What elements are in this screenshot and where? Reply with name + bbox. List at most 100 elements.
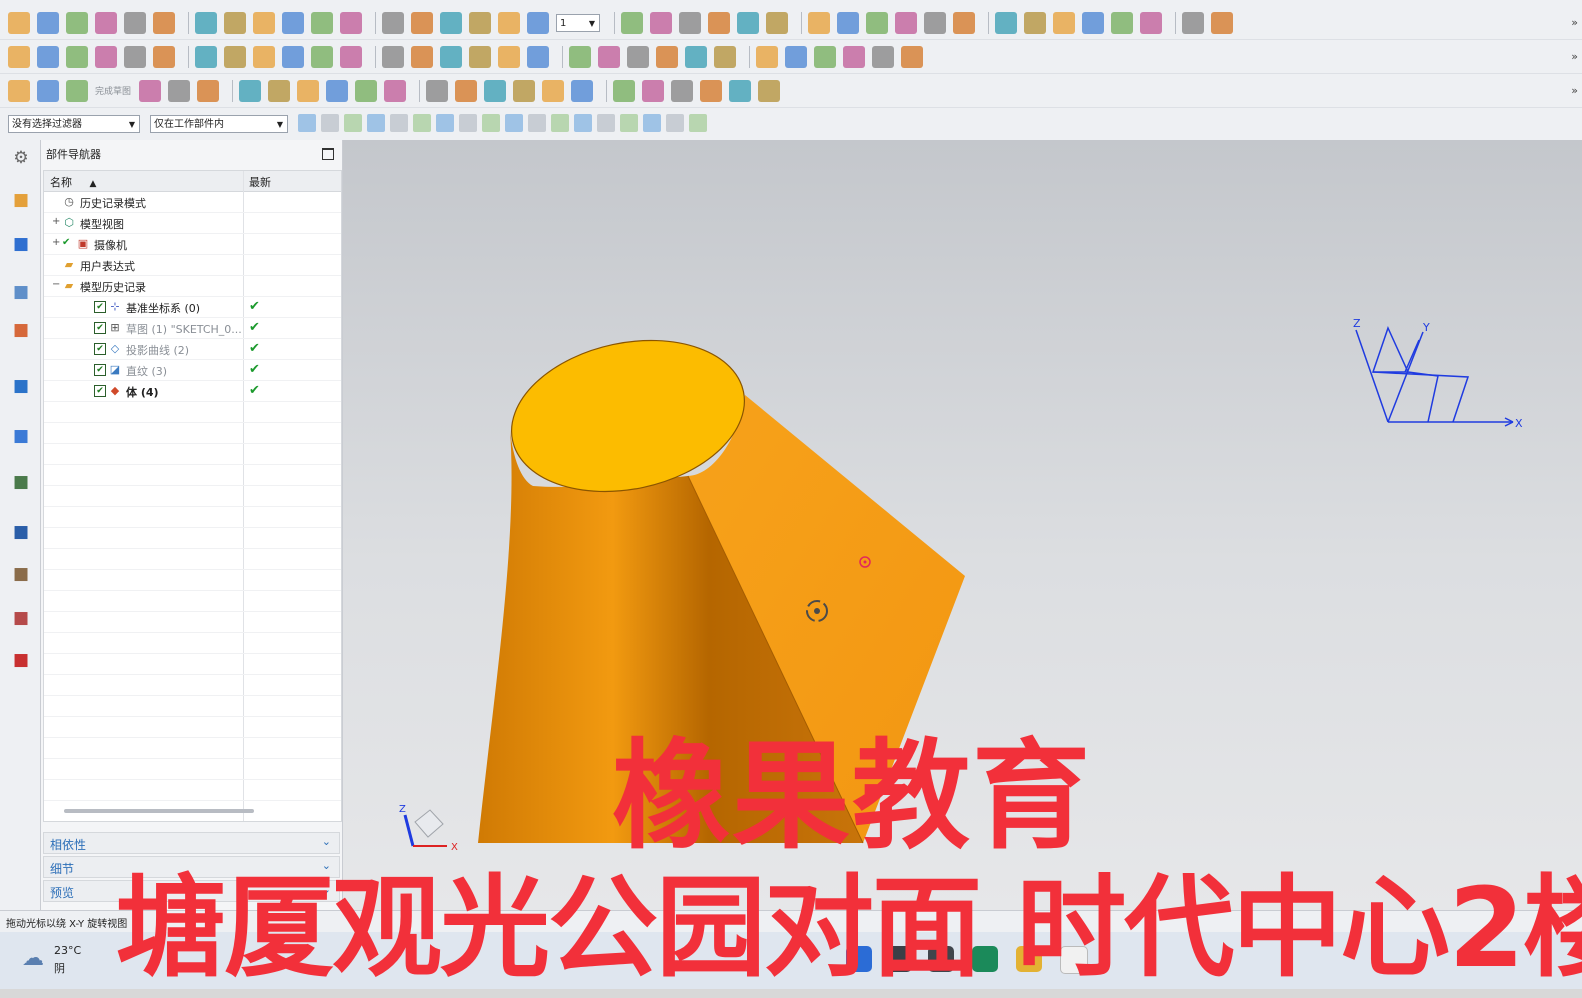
snap-point-icon[interactable] xyxy=(344,113,362,132)
snap-point-icon[interactable] xyxy=(367,113,385,132)
assembly-navigator-icon[interactable]: ■ xyxy=(9,188,33,212)
revolve-icon[interactable] xyxy=(837,11,859,34)
toolbar-overflow-icon[interactable]: » xyxy=(1571,84,1578,97)
part-navigator-icon[interactable]: ■ xyxy=(9,280,33,304)
finish-sketch-icon[interactable] xyxy=(8,79,30,102)
system-scene-icon[interactable]: ■ xyxy=(9,606,33,630)
pan-icon[interactable] xyxy=(95,11,117,34)
polygon-icon[interactable] xyxy=(355,79,378,102)
trim-sheet-icon[interactable] xyxy=(843,45,865,68)
draft-icon[interactable] xyxy=(1182,11,1204,34)
snap-point-icon[interactable] xyxy=(459,113,477,132)
selection-filter-dropdown[interactable]: 没有选择过滤器 ▼ xyxy=(8,115,140,133)
studio-spline-icon[interactable] xyxy=(384,79,407,102)
bounded-plane-icon[interactable] xyxy=(814,45,836,68)
cube-iso-icon[interactable] xyxy=(382,11,404,34)
taper-icon[interactable] xyxy=(569,45,591,68)
mirror-icon[interactable] xyxy=(340,45,362,68)
cone-icon[interactable] xyxy=(737,11,759,34)
constraint-icon[interactable] xyxy=(700,79,723,102)
surface-icon[interactable] xyxy=(656,45,678,68)
quick-trim-icon[interactable] xyxy=(455,79,478,102)
tree-row[interactable]: + ⬡ 模型视图 xyxy=(44,213,341,234)
snap-point-icon[interactable] xyxy=(689,113,707,132)
chamfer-sketch-icon[interactable] xyxy=(297,79,320,102)
tree-row[interactable]: ✔ ◪ 直纹 (3) ✔ xyxy=(44,360,341,381)
cube-right-icon[interactable] xyxy=(340,11,362,34)
scope-filter-dropdown[interactable]: 仅在工作部件内 ▼ xyxy=(150,115,288,133)
point-icon[interactable] xyxy=(426,79,449,102)
zoom-icon[interactable] xyxy=(66,11,88,34)
manufacturing-wizard-icon[interactable]: ■ xyxy=(9,520,33,544)
snap-point-icon[interactable] xyxy=(597,113,615,132)
rotate-icon[interactable] xyxy=(124,11,146,34)
tree-row[interactable]: ✔ ◆ 体 (4) ✔ xyxy=(44,381,341,402)
face-blend-icon[interactable] xyxy=(469,45,491,68)
pocket-icon[interactable] xyxy=(924,11,946,34)
layer-settings-icon[interactable] xyxy=(621,11,643,34)
snap-point-icon[interactable] xyxy=(482,113,500,132)
wireframe-icon[interactable] xyxy=(224,11,246,34)
layer-icon[interactable] xyxy=(527,11,549,34)
snap-point-icon[interactable] xyxy=(551,113,569,132)
extrude2-icon[interactable] xyxy=(37,45,59,68)
rib-icon[interactable] xyxy=(1053,11,1075,34)
scale-icon[interactable] xyxy=(282,45,304,68)
offset-icon[interactable] xyxy=(253,45,275,68)
cloud-icon[interactable]: ☁ xyxy=(22,946,44,971)
through-curves-icon[interactable] xyxy=(756,45,778,68)
column-header-latest[interactable]: 最新 xyxy=(249,174,271,190)
slot-icon[interactable] xyxy=(1024,11,1046,34)
horizontal-scrollbar[interactable] xyxy=(64,809,254,813)
snap-point-icon[interactable] xyxy=(321,113,339,132)
maximize-icon[interactable] xyxy=(322,148,334,160)
snap-point-icon[interactable] xyxy=(620,113,638,132)
settings-gear-icon[interactable]: ⚙ xyxy=(9,146,33,170)
history-icon[interactable]: ■ xyxy=(9,424,33,448)
tree-row[interactable]: ▰ 用户表达式 xyxy=(44,255,341,276)
tree-row[interactable]: ✔ ◇ 投影曲线 (2) ✔ xyxy=(44,339,341,360)
tree-row[interactable]: + ✔ ▣ 摄像机 xyxy=(44,234,341,255)
pad-icon[interactable] xyxy=(953,11,975,34)
cube-left-icon[interactable] xyxy=(440,11,462,34)
emboss-icon[interactable] xyxy=(627,45,649,68)
groove-icon[interactable] xyxy=(995,11,1017,34)
shell-icon[interactable] xyxy=(1082,11,1104,34)
cube-trimetric-icon[interactable] xyxy=(411,11,433,34)
snap-point-icon[interactable] xyxy=(298,113,316,132)
snap-point-icon[interactable] xyxy=(666,113,684,132)
hole-icon[interactable] xyxy=(866,11,888,34)
revolve2-icon[interactable] xyxy=(66,45,88,68)
profile-icon[interactable] xyxy=(139,79,162,102)
block2-icon[interactable] xyxy=(124,45,146,68)
inferred-icon[interactable] xyxy=(758,79,781,102)
snap-point-icon[interactable] xyxy=(505,113,523,132)
draft2-icon[interactable] xyxy=(527,45,549,68)
orient-view-icon[interactable] xyxy=(153,11,175,34)
toolbar-overflow-icon[interactable]: » xyxy=(1571,50,1578,63)
feature-checkbox[interactable]: ✔ xyxy=(94,322,106,334)
intersection-curve-icon[interactable] xyxy=(642,79,665,102)
box2-icon[interactable] xyxy=(153,45,175,68)
zoom-fit-icon[interactable] xyxy=(37,11,59,34)
unite-icon[interactable] xyxy=(1211,11,1233,34)
web-browser-icon[interactable]: ■ xyxy=(9,374,33,398)
chamfer-icon[interactable] xyxy=(1140,11,1162,34)
snap-point-icon[interactable] xyxy=(436,113,454,132)
palette-icon[interactable]: ■ xyxy=(9,648,33,672)
sketch-name-icon[interactable] xyxy=(66,79,88,102)
quick-extend-icon[interactable] xyxy=(484,79,507,102)
line-icon[interactable] xyxy=(168,79,191,102)
circle-icon[interactable] xyxy=(239,79,262,102)
finish-sketch-label[interactable]: 完成草图 xyxy=(95,84,131,97)
toolbar-overflow-icon[interactable]: » xyxy=(1571,16,1578,29)
visibility-check-icon[interactable]: ✔ xyxy=(62,237,70,248)
mirror-curve-icon[interactable] xyxy=(613,79,636,102)
collapse-icon[interactable]: − xyxy=(52,279,60,290)
feature-checkbox[interactable]: ✔ xyxy=(94,364,106,376)
sketch-palette-icon[interactable] xyxy=(37,79,59,102)
expand-icon[interactable]: + xyxy=(52,216,60,227)
snap-point-icon[interactable] xyxy=(643,113,661,132)
dimension-icon[interactable] xyxy=(729,79,752,102)
render-style-icon[interactable] xyxy=(253,11,275,34)
